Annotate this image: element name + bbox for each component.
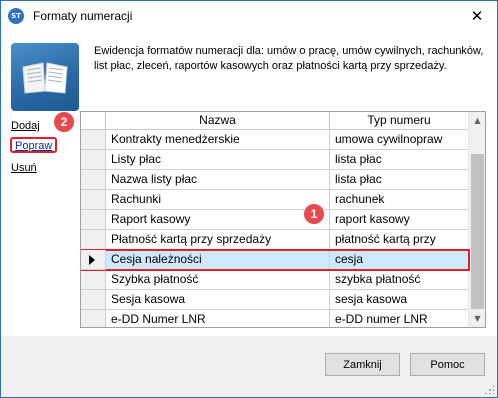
cell-type[interactable]: raport kasowy — [330, 210, 469, 230]
table-row[interactable]: Szybka płatność szybka płatność — [81, 270, 469, 290]
column-header-type[interactable]: Typ numeru — [330, 112, 469, 130]
step-badge-1: 1 — [303, 203, 325, 225]
resize-grip[interactable] — [484, 384, 494, 394]
cell-name[interactable]: Listy płac — [106, 150, 330, 170]
cell-name[interactable]: e-DD Numer LNR — [106, 310, 330, 327]
close-icon[interactable]: ✕ — [465, 5, 489, 27]
cell-type[interactable]: e-DD numer LNR — [330, 310, 469, 327]
dialog-window: ST Formaty numeracji ✕ Ewidencja formató… — [0, 0, 498, 398]
cell-type[interactable]: rachunek — [330, 190, 469, 210]
row-selector[interactable] — [81, 210, 106, 230]
description-text: Ewidencja formatów numeracji dla: umów o… — [94, 45, 484, 72]
table-row[interactable]: Nazwa listy płac lista płac — [81, 170, 469, 190]
cell-name[interactable]: Sesja kasowa — [106, 290, 330, 310]
current-row-arrow-icon — [89, 255, 95, 265]
table-row[interactable]: e-DD Numer LNR e-DD numer LNR — [81, 310, 469, 327]
close-button[interactable]: Zamknij — [325, 353, 400, 376]
book-illustration — [11, 43, 79, 111]
table-row[interactable]: Raport kasowy raport kasowy — [81, 210, 469, 230]
cell-type[interactable]: umowa cywilnopraw — [330, 130, 469, 150]
row-selector[interactable] — [81, 250, 106, 270]
vertical-scrollbar[interactable]: ▲ ▼ — [468, 112, 485, 327]
cell-type[interactable]: lista płac — [330, 150, 469, 170]
cell-name[interactable]: Cesja należności — [106, 250, 330, 270]
table-row[interactable]: Cesja należności cesja — [81, 249, 470, 271]
row-selector[interactable] — [81, 290, 106, 310]
cell-name[interactable]: Szybka płatność — [106, 270, 330, 290]
edit-link[interactable]: Popraw — [10, 137, 58, 153]
cell-type[interactable]: płatność kartą przy — [330, 230, 469, 250]
window-title: Formaty numeracji — [33, 9, 133, 23]
cell-name[interactable]: Rachunki — [106, 190, 330, 210]
cell-name[interactable]: Kontrakty menedżerskie — [106, 130, 330, 150]
scroll-down-icon[interactable]: ▼ — [469, 310, 485, 327]
cell-type[interactable]: szybka płatność — [330, 270, 469, 290]
app-logo-icon: ST — [8, 8, 24, 24]
cell-type[interactable]: lista płac — [330, 170, 469, 190]
row-selector[interactable] — [81, 130, 106, 150]
step-badge-2: 2 — [53, 111, 75, 133]
table-row[interactable]: Płatność kartą przy sprzedaży płatność ka… — [81, 230, 469, 250]
table-row[interactable]: Listy płac lista płac — [81, 150, 469, 170]
dialog-content: Ewidencja formatów numeracji dla: umów o… — [1, 31, 497, 336]
table-row[interactable]: Kontrakty menedżerskie umowa cywilnopraw — [81, 130, 469, 150]
add-link[interactable]: Dodaj — [11, 117, 40, 135]
open-book-icon — [22, 62, 68, 94]
cell-name[interactable]: Nazwa listy płac — [106, 170, 330, 190]
row-selector[interactable] — [81, 270, 106, 290]
table-header: Nazwa Typ numeru — [81, 112, 469, 130]
row-selector[interactable] — [81, 150, 106, 170]
delete-link[interactable]: Usuń — [11, 159, 37, 177]
row-selector[interactable] — [81, 190, 106, 210]
help-button[interactable]: Pomoc — [410, 353, 485, 376]
scroll-thumb[interactable] — [471, 154, 484, 309]
formats-table: Nazwa Typ numeru Kontrakty menedżerskie u… — [80, 111, 486, 328]
table-row[interactable]: Sesja kasowa sesja kasowa — [81, 290, 469, 310]
table-body: Kontrakty menedżerskie umowa cywilnopraw L… — [81, 130, 470, 327]
row-selector[interactable] — [81, 230, 106, 250]
column-header-name[interactable]: Nazwa — [106, 112, 330, 130]
row-selector[interactable] — [81, 310, 106, 327]
title-bar: ST Formaty numeracji ✕ — [1, 1, 497, 31]
row-selector[interactable] — [81, 170, 106, 190]
cell-name[interactable]: Płatność kartą przy sprzedaży — [106, 230, 330, 250]
cell-type[interactable]: cesja — [330, 250, 469, 270]
scroll-up-icon[interactable]: ▲ — [469, 112, 485, 129]
cell-name[interactable]: Raport kasowy — [106, 210, 330, 230]
dialog-footer: Zamknij Pomoc — [1, 336, 497, 397]
cell-type[interactable]: sesja kasowa — [330, 290, 469, 310]
row-selector-header — [81, 112, 106, 130]
table-row[interactable]: Rachunki rachunek — [81, 190, 469, 210]
